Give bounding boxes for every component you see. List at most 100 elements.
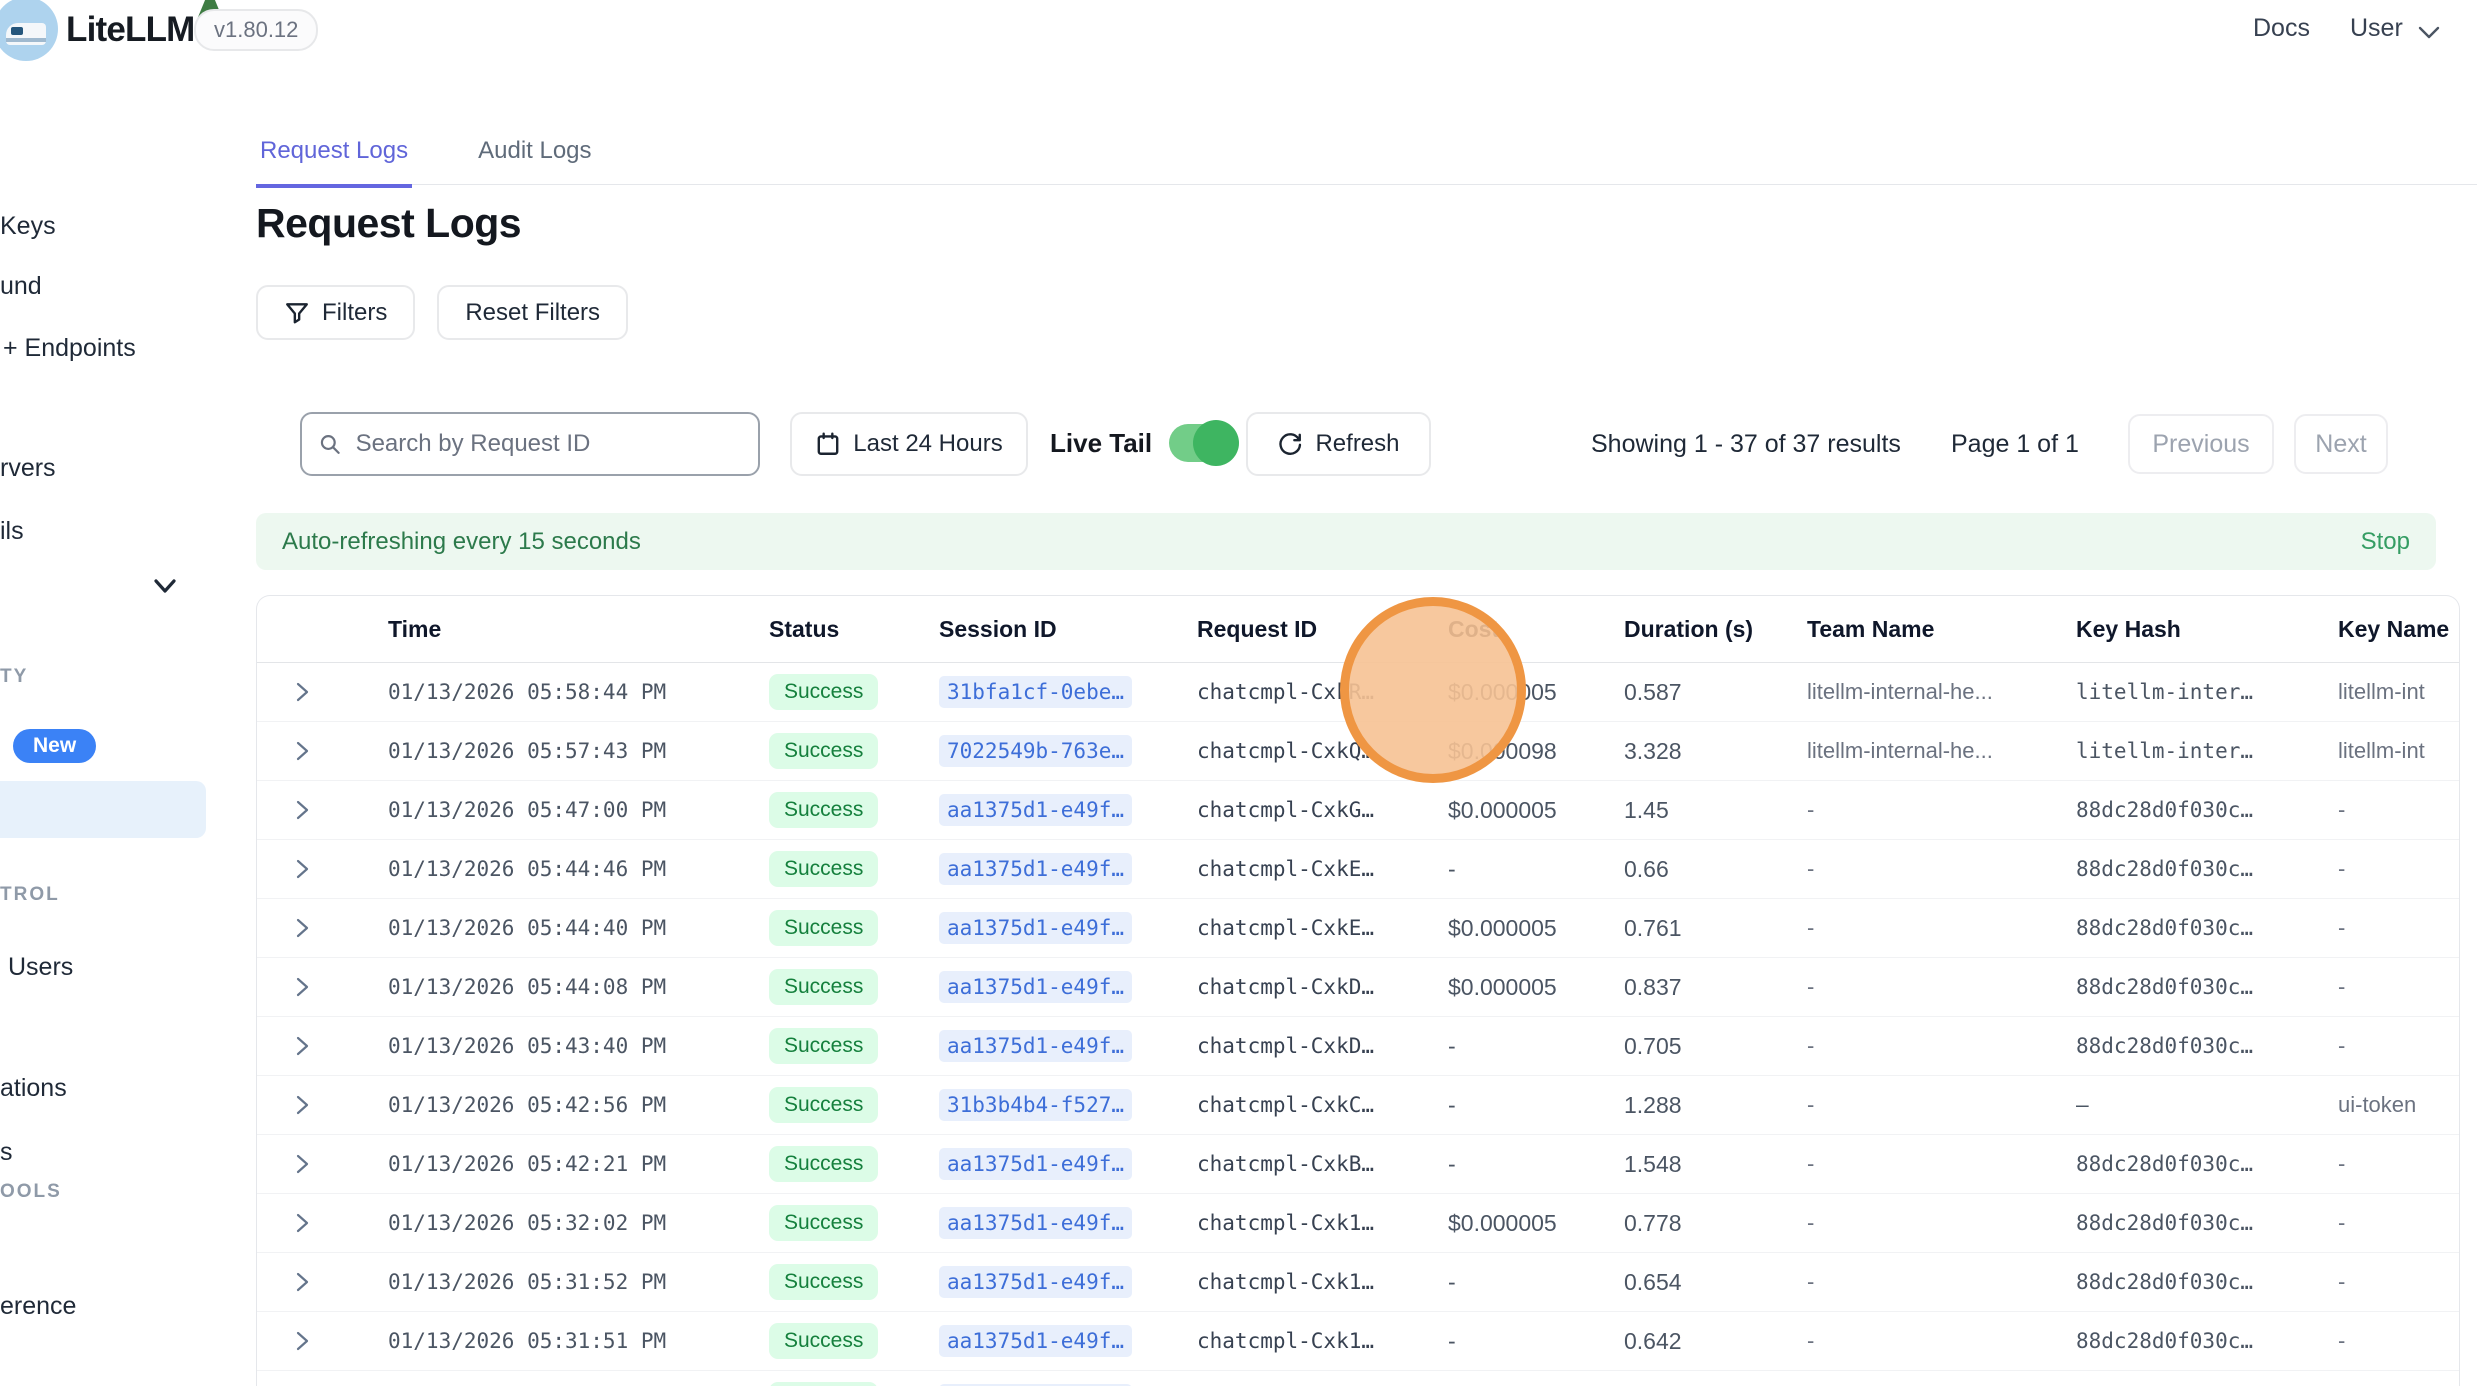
expand-row-icon[interactable] xyxy=(257,1151,376,1177)
cell-status: Success xyxy=(757,674,927,710)
cell-team: - xyxy=(1807,1269,1814,1294)
expand-row-icon[interactable] xyxy=(257,1328,376,1354)
filters-button[interactable]: Filters xyxy=(256,285,415,340)
cell-key-name: - xyxy=(2338,1033,2345,1058)
cell-key-hash: 88dc28d0f030c… xyxy=(2076,857,2253,881)
sidebar-item-servers[interactable]: rvers xyxy=(0,454,56,483)
cell-team: - xyxy=(1807,1328,1814,1353)
cell-cost: - xyxy=(1448,1269,1456,1295)
session-id-link[interactable]: aa1375d1-e49f… xyxy=(939,1325,1132,1357)
chevron-down-icon[interactable] xyxy=(2414,22,2444,44)
sidebar-item-api-reference[interactable]: erence xyxy=(0,1292,76,1321)
cell-time: 01/13/2026 05:44:40 PM xyxy=(388,916,666,940)
expand-row-icon[interactable] xyxy=(257,974,376,1000)
session-id-link[interactable]: 31bfa1cf-0ebe… xyxy=(939,676,1132,708)
cell-cost: - xyxy=(1448,1328,1456,1354)
session-id-link[interactable]: aa1375d1-e49f… xyxy=(939,971,1132,1003)
reset-filters-label: Reset Filters xyxy=(465,299,600,327)
session-id-link[interactable]: 31b3b4b4-f527… xyxy=(939,1089,1132,1121)
table-row: 01/13/2026 05:43:40 PMSuccessaa1375d1-e4… xyxy=(257,1016,2459,1075)
expand-row-icon[interactable] xyxy=(257,679,376,705)
cell-key-hash: 88dc28d0f030c… xyxy=(2076,1270,2253,1294)
previous-button[interactable]: Previous xyxy=(2128,414,2274,474)
cell-session: 31b3b4b4-f527… xyxy=(927,1089,1185,1121)
live-tail-label: Live Tail xyxy=(1050,428,1152,459)
cell-session: aa1375d1-e49f… xyxy=(927,1148,1185,1180)
session-id-link[interactable]: aa1375d1-e49f… xyxy=(939,853,1132,885)
table-row: 01/13/2026 05:44:08 PMSuccessaa1375d1-e4… xyxy=(257,957,2459,1016)
refresh-label: Refresh xyxy=(1315,430,1399,458)
logs-tab-bar: Request Logs Audit Logs xyxy=(256,127,2477,185)
status-badge: Success xyxy=(769,1146,878,1182)
docs-link[interactable]: Docs xyxy=(2253,14,2310,43)
sidebar-item-internal-users[interactable]: Users xyxy=(8,953,73,982)
cell-request: chatcmpl-CxkB… xyxy=(1197,1152,1374,1176)
session-id-link[interactable]: aa1375d1-e49f… xyxy=(939,1030,1132,1062)
search-request-id-box xyxy=(300,412,760,476)
expand-row-icon[interactable] xyxy=(257,856,376,882)
table-row: 01/13/2026 05:31:51 PMSuccessaa1375d1-e4… xyxy=(257,1311,2459,1370)
brand-title: LiteLLM xyxy=(66,10,195,50)
cell-time: 01/13/2026 05:58:44 PM xyxy=(388,680,666,704)
live-tail-toggle[interactable] xyxy=(1169,424,1233,462)
sidebar-collapse-chevron-icon[interactable] xyxy=(150,576,180,598)
stop-auto-refresh-link[interactable]: Stop xyxy=(2361,528,2410,556)
funnel-icon xyxy=(284,300,310,326)
toggle-knob xyxy=(1193,420,1239,466)
expand-row-icon[interactable] xyxy=(257,1092,376,1118)
cell-request: chatcmpl-Cxk1… xyxy=(1197,1211,1374,1235)
session-id-link[interactable]: aa1375d1-e49f… xyxy=(939,794,1132,826)
session-id-link[interactable]: aa1375d1-e49f… xyxy=(939,1207,1132,1239)
expand-row-icon[interactable] xyxy=(257,915,376,941)
sidebar-item-teams[interactable]: s xyxy=(0,1138,13,1167)
cell-duration: 1.548 xyxy=(1624,1151,1682,1177)
cell-cost: $0.000005 xyxy=(1448,797,1557,823)
cell-team: - xyxy=(1807,1092,1814,1117)
refresh-button[interactable]: Refresh xyxy=(1246,412,1431,476)
table-row: 01/13/2026 05:32:02 PMSuccessaa1375d1-e4… xyxy=(257,1193,2459,1252)
sidebar-item-organizations[interactable]: ations xyxy=(0,1074,67,1103)
tab-request-logs[interactable]: Request Logs xyxy=(256,127,412,188)
cell-time: 01/13/2026 05:32:02 PM xyxy=(388,1211,666,1235)
cell-key-hash: 88dc28d0f030c… xyxy=(2076,1152,2253,1176)
train-logo-icon xyxy=(6,23,46,45)
expand-row-icon[interactable] xyxy=(257,738,376,764)
session-id-link[interactable]: aa1375d1-e49f… xyxy=(939,912,1132,944)
cell-session: aa1375d1-e49f… xyxy=(927,853,1185,885)
sidebar-item-endpoints[interactable]: + Endpoints xyxy=(3,334,136,363)
version-badge: v1.80.12 xyxy=(194,9,318,51)
cell-key-name: - xyxy=(2338,1151,2345,1176)
session-id-link[interactable]: aa1375d1-e49f… xyxy=(939,1148,1132,1180)
reset-filters-button[interactable]: Reset Filters xyxy=(437,285,628,340)
user-menu[interactable]: User xyxy=(2350,14,2403,43)
cell-time: 01/13/2026 05:44:08 PM xyxy=(388,975,666,999)
session-id-link[interactable]: 7022549b-763e… xyxy=(939,735,1132,767)
cell-time: 01/13/2026 05:31:51 PM xyxy=(388,1329,666,1353)
refresh-icon xyxy=(1277,431,1303,457)
cell-duration: 0.761 xyxy=(1624,915,1682,941)
cell-key-hash: 88dc28d0f030c… xyxy=(2076,798,2253,822)
expand-row-icon[interactable] xyxy=(257,1210,376,1236)
expand-row-icon[interactable] xyxy=(257,1033,376,1059)
sidebar-item-logs-selected[interactable] xyxy=(0,781,206,838)
click-indicator-circle xyxy=(1340,597,1526,783)
cell-duration: 0.705 xyxy=(1624,1033,1682,1059)
time-range-button[interactable]: Last 24 Hours xyxy=(790,412,1028,476)
sidebar-item-playground[interactable]: und xyxy=(0,272,42,301)
next-button[interactable]: Next xyxy=(2294,414,2388,474)
search-input[interactable] xyxy=(354,429,742,459)
status-badge: Success xyxy=(769,1087,878,1123)
expand-row-icon[interactable] xyxy=(257,797,376,823)
sidebar-item-virtual-keys[interactable]: Keys xyxy=(0,212,56,241)
cell-duration: 1.288 xyxy=(1624,1092,1682,1118)
cell-cost: - xyxy=(1448,1092,1456,1118)
cell-key-hash: – xyxy=(2076,1093,2089,1117)
status-badge: Success xyxy=(769,1264,878,1300)
cell-key-name: - xyxy=(2338,974,2345,999)
tab-audit-logs[interactable]: Audit Logs xyxy=(474,127,595,184)
cell-request: chatcmpl-CxkQ… xyxy=(1197,739,1374,763)
session-id-link[interactable]: aa1375d1-e49f… xyxy=(939,1266,1132,1298)
cell-key-hash: 88dc28d0f030c… xyxy=(2076,916,2253,940)
sidebar-item-guardrails[interactable]: ils xyxy=(0,517,24,546)
expand-row-icon[interactable] xyxy=(257,1269,376,1295)
